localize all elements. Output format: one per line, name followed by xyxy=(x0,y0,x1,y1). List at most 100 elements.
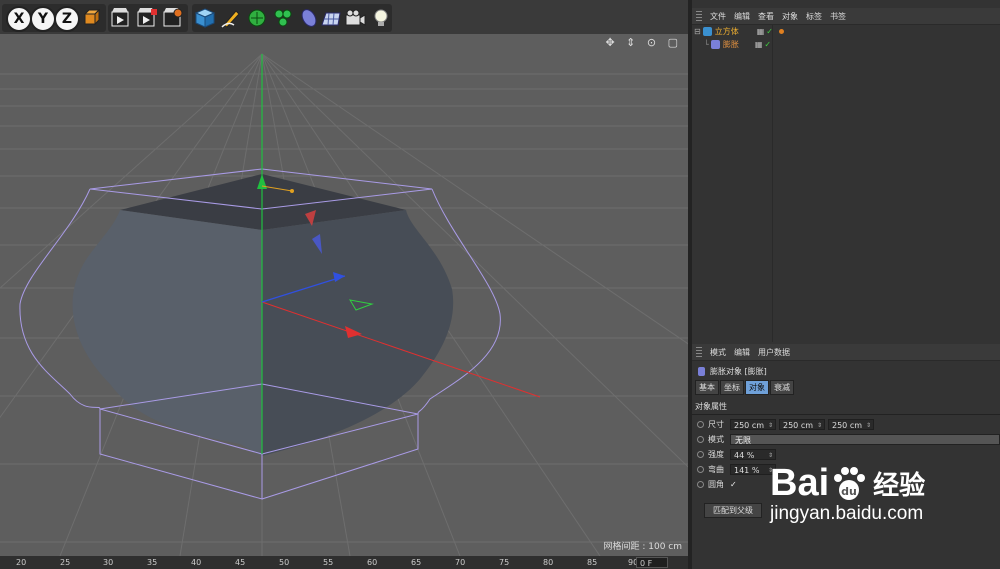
drag-handle-icon[interactable] xyxy=(696,11,702,21)
menu-file[interactable]: 文件 xyxy=(710,11,726,22)
timeline-tick: 30 xyxy=(103,558,114,567)
timeline-tick: 75 xyxy=(499,558,510,567)
render-picture-viewer-icon[interactable] xyxy=(136,6,158,30)
menu-mode[interactable]: 模式 xyxy=(710,347,726,358)
animate-toggle-icon[interactable] xyxy=(697,436,704,443)
animate-toggle-icon[interactable] xyxy=(697,421,704,428)
attribute-tabs: 基本 坐标 对象 衰减 xyxy=(695,380,1000,395)
light-icon[interactable] xyxy=(370,6,392,30)
camera-icon[interactable] xyxy=(344,6,366,30)
spinner-icon[interactable]: ⇕ xyxy=(768,450,773,461)
current-frame-field[interactable]: 0 F xyxy=(636,557,668,568)
menu-objects[interactable]: 对象 xyxy=(782,11,798,22)
menu-edit[interactable]: 编辑 xyxy=(734,11,750,22)
size-y-value: 250 cm xyxy=(783,421,814,430)
tree-line-icon: └ xyxy=(704,40,709,49)
animate-toggle-icon[interactable] xyxy=(697,481,704,488)
watermark-url: jingyan.baidu.com xyxy=(770,503,924,524)
animate-toggle-icon[interactable] xyxy=(697,451,704,458)
deformer-bend-icon[interactable] xyxy=(298,6,320,30)
timeline-tick: 80 xyxy=(543,558,554,567)
menu-edit[interactable]: 编辑 xyxy=(734,347,750,358)
tab-object[interactable]: 对象 xyxy=(745,380,769,395)
tab-coord[interactable]: 坐标 xyxy=(720,380,744,395)
x-axis-lock-button[interactable]: X xyxy=(6,6,32,32)
strength-value: 44 % xyxy=(734,451,755,460)
object-row-bulge[interactable]: └ 膨胀 ▦ ✓ xyxy=(692,38,1000,51)
attribute-header: 膨胀对象 [膨胀] xyxy=(692,366,1000,377)
tab-falloff[interactable]: 衰减 xyxy=(770,380,794,395)
floor-icon[interactable] xyxy=(320,6,342,30)
tab-basic[interactable]: 基本 xyxy=(695,380,719,395)
cube-icon[interactable] xyxy=(194,6,216,30)
size-z-value: 250 cm xyxy=(832,421,863,430)
round-label: 圆角 xyxy=(708,480,724,489)
collapse-icon[interactable]: ⊟ xyxy=(694,27,701,36)
paw-icon: du xyxy=(834,466,866,500)
size-x-value: 250 cm xyxy=(734,421,765,430)
timeline-tick: 20 xyxy=(16,558,27,567)
drag-handle-icon[interactable] xyxy=(696,347,702,357)
mode-dropdown[interactable]: 无限 xyxy=(730,434,1000,445)
pen-spline-icon[interactable] xyxy=(220,6,242,30)
menu-tags[interactable]: 标签 xyxy=(806,11,822,22)
render-settings-icon[interactable] xyxy=(162,6,184,30)
timeline-ruler[interactable]: 20 25 30 35 40 45 50 55 60 65 70 75 80 8… xyxy=(0,556,688,569)
size-z-field[interactable]: 250 cm ⇕ xyxy=(828,419,874,430)
menu-user-data[interactable]: 用户数据 xyxy=(758,347,790,358)
main-toolbar: X Y Z xyxy=(0,0,690,35)
coordinate-system-icon[interactable] xyxy=(80,6,102,30)
section-title: 对象属性 xyxy=(695,402,727,411)
strength-label: 强度 xyxy=(708,450,724,459)
section-divider xyxy=(692,414,1000,415)
timeline-tick: 25 xyxy=(60,558,71,567)
size-label: 尺寸 xyxy=(708,420,724,429)
animate-toggle-icon[interactable] xyxy=(697,466,704,473)
column-separator xyxy=(772,24,773,342)
bulge-object xyxy=(72,174,454,456)
mode-row: 模式 无限 xyxy=(692,432,1000,447)
visibility-dots-icon[interactable]: ▦ xyxy=(755,40,763,49)
fit-to-parent-button[interactable]: 匹配到父级 xyxy=(704,503,762,518)
attribute-title: 膨胀对象 [膨胀] xyxy=(710,367,767,376)
visibility-dots-icon[interactable]: ▦ xyxy=(757,27,765,36)
curvature-label: 弯曲 xyxy=(708,465,724,474)
attribute-manager-menubar: 模式 编辑 用户数据 xyxy=(692,344,1000,361)
menu-bookmarks[interactable]: 书签 xyxy=(830,11,846,22)
timeline-tick: 55 xyxy=(323,558,334,567)
y-axis-lock-button[interactable]: Y xyxy=(30,6,56,32)
object-manager-menubar: 文件 编辑 查看 对象 标签 书签 xyxy=(692,8,1000,25)
object-name-bulge[interactable]: 膨胀 xyxy=(723,39,749,50)
z-axis-lock-button[interactable]: Z xyxy=(54,6,80,32)
timeline-tick: 40 xyxy=(191,558,202,567)
spinner-icon[interactable]: ⇕ xyxy=(866,420,871,431)
timeline-tick: 65 xyxy=(411,558,422,567)
viewport-scene xyxy=(0,53,688,556)
render-view-icon[interactable] xyxy=(110,6,132,30)
timeline-tick: 85 xyxy=(587,558,598,567)
cloner-icon[interactable] xyxy=(272,6,294,30)
phong-tag-icon[interactable] xyxy=(778,29,784,34)
object-name-cube[interactable]: 立方体 xyxy=(715,26,751,37)
curvature-value: 141 % xyxy=(734,466,760,475)
strength-field[interactable]: 44 % ⇕ xyxy=(730,449,776,460)
spinner-icon[interactable]: ⇕ xyxy=(768,420,773,431)
timeline-tick: 45 xyxy=(235,558,246,567)
size-x-field[interactable]: 250 cm ⇕ xyxy=(730,419,776,430)
watermark-brand-suffix: 经验 xyxy=(873,471,926,501)
3d-viewport[interactable]: ✥ ⇕ ⊙ ▢ 网格间距 : 100 cm xyxy=(0,34,688,556)
timeline-tick: 50 xyxy=(279,558,290,567)
size-y-field[interactable]: 250 cm ⇕ xyxy=(779,419,825,430)
menu-view[interactable]: 查看 xyxy=(758,11,774,22)
round-checkbox[interactable]: ✓ xyxy=(730,480,737,489)
object-row-cube[interactable]: ⊟ 立方体 ▦ ✓ xyxy=(692,25,1000,38)
subdivision-surface-icon[interactable] xyxy=(246,6,268,30)
spinner-icon[interactable]: ⇕ xyxy=(817,420,822,431)
mode-label: 模式 xyxy=(708,435,724,444)
timeline-tick: 35 xyxy=(147,558,158,567)
timeline-tick: 60 xyxy=(367,558,378,567)
object-manager: 文件 编辑 查看 对象 标签 书签 ⊟ 立方体 ▦ ✓ └ 膨胀 ▦ ✓ xyxy=(692,8,1000,342)
enabled-check-icon[interactable]: ✓ xyxy=(764,40,771,49)
svg-text:du: du xyxy=(841,485,857,498)
viewport-nav-icons[interactable]: ✥ ⇕ ⊙ ▢ xyxy=(605,36,682,49)
